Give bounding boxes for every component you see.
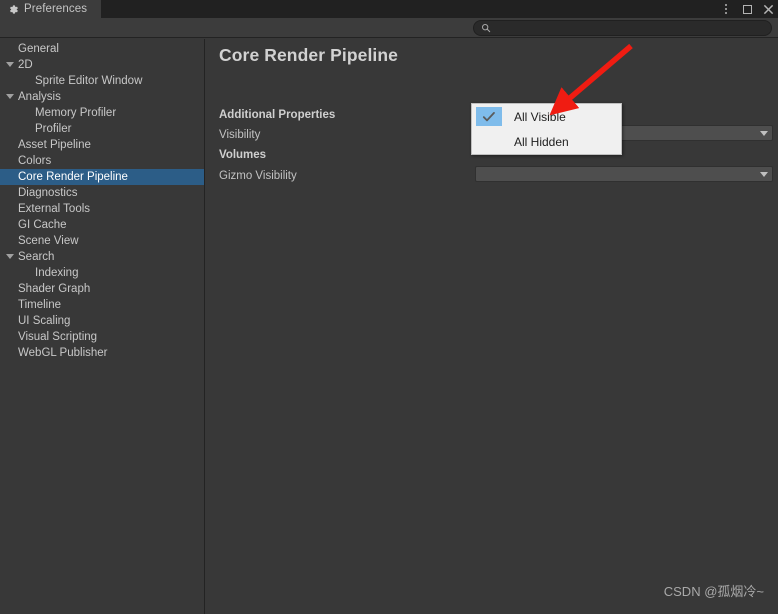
sidebar-item-analysis[interactable]: Analysis: [0, 89, 204, 105]
sidebar-item-label: Indexing: [35, 267, 79, 279]
maximize-icon[interactable]: [741, 3, 753, 15]
checkmark-icon: [476, 107, 502, 126]
chevron-down-icon: [760, 171, 768, 177]
sidebar-item-label: 2D: [18, 59, 33, 71]
tab-label: Preferences: [24, 3, 88, 15]
sidebar-item-search[interactable]: Search: [0, 249, 204, 265]
sidebar-item-visual-scripting[interactable]: Visual Scripting: [0, 329, 204, 345]
section-header-volumes: Volumes: [219, 148, 267, 161]
kebab-menu-icon[interactable]: [720, 3, 732, 15]
sidebar-item-label: External Tools: [18, 203, 91, 215]
sidebar-item-core-render-pipeline[interactable]: Core Render Pipeline: [0, 169, 204, 185]
chevron-down-icon[interactable]: [6, 62, 14, 67]
sidebar-item-memory-profiler[interactable]: Memory Profiler: [0, 105, 204, 121]
sidebar-item-label: UI Scaling: [18, 315, 71, 327]
search-icon: [481, 23, 491, 33]
popup-item-all-hidden[interactable]: All Hidden: [472, 129, 621, 154]
section-header-additional-properties: Additional Properties: [219, 108, 336, 121]
search-field[interactable]: [473, 20, 772, 36]
tab-preferences[interactable]: Preferences: [0, 0, 102, 18]
page-title: Core Render Pipeline: [219, 45, 398, 65]
settings-tree[interactable]: General 2D Sprite Editor Window Analysis Mem…: [0, 39, 205, 614]
preferences-window: Preferences General 2D Sprite Editor Win…: [0, 0, 778, 614]
sidebar-item-label: WebGL Publisher: [18, 347, 108, 359]
sidebar-item-label: Memory Profiler: [35, 107, 117, 119]
sidebar-item-label: Visual Scripting: [18, 331, 98, 343]
sidebar-item-label: Colors: [18, 155, 52, 167]
sidebar-item-indexing[interactable]: Indexing: [0, 265, 204, 281]
chevron-down-icon: [760, 130, 768, 136]
search-input[interactable]: [491, 21, 771, 35]
sidebar-item-label: Scene View: [18, 235, 79, 247]
sidebar-item-scene-view[interactable]: Scene View: [0, 233, 204, 249]
sidebar-item-colors[interactable]: Colors: [0, 153, 204, 169]
sidebar-item-profiler[interactable]: Profiler: [0, 121, 204, 137]
sidebar-item-external-tools[interactable]: External Tools: [0, 201, 204, 217]
popup-item-label: All Visible: [514, 109, 566, 124]
field-label-visibility: Visibility: [219, 128, 261, 141]
sidebar-item-label: General: [18, 43, 59, 55]
window-controls: [720, 0, 774, 18]
gear-icon: [8, 4, 19, 15]
sidebar-item-label: Asset Pipeline: [18, 139, 91, 151]
sidebar-item-2d[interactable]: 2D: [0, 57, 204, 73]
sidebar-item-label: Sprite Editor Window: [35, 75, 143, 87]
sidebar-item-timeline[interactable]: Timeline: [0, 297, 204, 313]
sidebar-item-diagnostics[interactable]: Diagnostics: [0, 185, 204, 201]
sidebar-item-label: GI Cache: [18, 219, 67, 231]
field-label-gizmo-visibility: Gizmo Visibility: [219, 169, 297, 182]
title-bar: Preferences: [0, 0, 778, 18]
sidebar-item-shader-graph[interactable]: Shader Graph: [0, 281, 204, 297]
popup-item-label: All Hidden: [514, 134, 569, 149]
chevron-down-icon[interactable]: [6, 94, 14, 99]
close-icon[interactable]: [762, 3, 774, 15]
sidebar-item-label: Profiler: [35, 123, 72, 135]
sidebar-item-gi-cache[interactable]: GI Cache: [0, 217, 204, 233]
checkbox-empty: [476, 132, 502, 151]
sidebar-item-asset-pipeline[interactable]: Asset Pipeline: [0, 137, 204, 153]
sidebar-item-sprite-editor-window[interactable]: Sprite Editor Window: [0, 73, 204, 89]
popup-item-all-visible[interactable]: All Visible: [472, 104, 621, 129]
visibility-dropdown-popup[interactable]: All Visible All Hidden: [471, 103, 622, 155]
gizmo-visibility-dropdown[interactable]: [475, 166, 773, 182]
sidebar-item-label: Timeline: [18, 299, 62, 311]
sidebar-item-ui-scaling[interactable]: UI Scaling: [0, 313, 204, 329]
sidebar-item-label: Shader Graph: [18, 283, 91, 295]
chevron-down-icon[interactable]: [6, 254, 14, 259]
sidebar-item-webgl-publisher[interactable]: WebGL Publisher: [0, 345, 204, 361]
sidebar-item-label: Core Render Pipeline: [18, 171, 128, 183]
sidebar-item-label: Diagnostics: [18, 187, 78, 199]
sidebar-item-general[interactable]: General: [0, 41, 204, 57]
toolbar: [0, 18, 778, 38]
watermark: CSDN @孤烟冷~: [663, 584, 764, 599]
